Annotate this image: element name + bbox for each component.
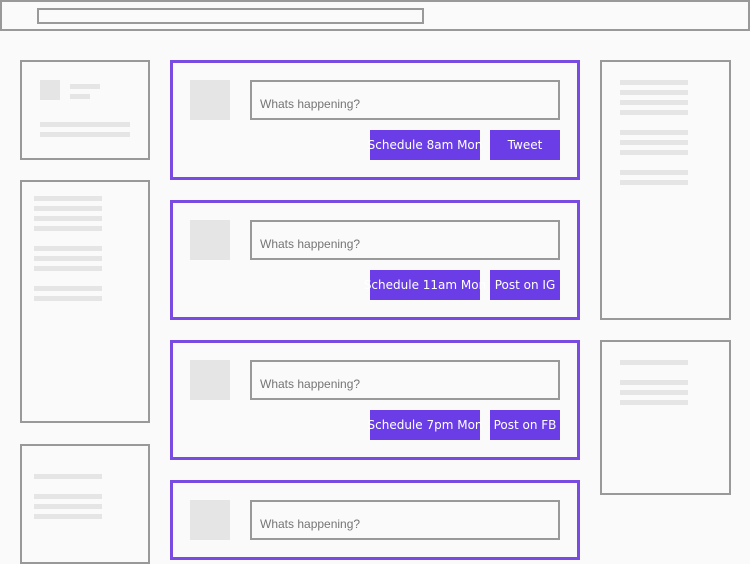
list-line (34, 206, 102, 211)
list-line (34, 514, 102, 519)
list-line (620, 170, 688, 175)
left-trends-card (20, 180, 150, 423)
list-line (34, 474, 102, 479)
post-input[interactable] (250, 220, 560, 260)
post-input[interactable] (250, 500, 560, 540)
top-bar (0, 0, 750, 31)
left-bottom-card (20, 444, 150, 564)
profile-stat-line (40, 132, 130, 137)
list-line (34, 266, 102, 271)
list-line (620, 180, 688, 185)
profile-card (20, 60, 150, 160)
list-line (34, 246, 102, 251)
list-line (34, 504, 102, 509)
list-line (620, 150, 688, 155)
right-bottom-card (600, 340, 731, 495)
schedule-button[interactable]: Schedule 11am Mon (364, 270, 486, 300)
avatar (190, 500, 230, 540)
right-top-card (600, 60, 731, 320)
post-on-fb-button[interactable]: Post on FB (490, 410, 560, 440)
avatar (190, 360, 230, 400)
list-line (620, 380, 688, 385)
avatar (190, 80, 230, 120)
list-line (620, 90, 688, 95)
profile-name-line (70, 84, 100, 89)
list-line (620, 80, 688, 85)
avatar (190, 220, 230, 260)
list-line (620, 360, 688, 365)
list-line (34, 256, 102, 261)
list-line (34, 196, 102, 201)
profile-avatar (40, 80, 60, 100)
list-line (620, 110, 688, 115)
schedule-button[interactable]: Schedule 8am Mon (368, 130, 482, 160)
list-line (34, 286, 102, 291)
list-line (34, 216, 102, 221)
list-line (620, 400, 688, 405)
list-line (34, 494, 102, 499)
list-line (34, 226, 102, 231)
composer-card: Schedule 11am Mon Post on IG (170, 200, 580, 320)
composer-card (170, 480, 580, 560)
profile-stat-line (40, 122, 130, 127)
composer-card: Schedule 7pm Mon Post on FB (170, 340, 580, 460)
list-line (620, 130, 688, 135)
list-line (620, 390, 688, 395)
tweet-button[interactable]: Tweet (490, 130, 560, 160)
schedule-button[interactable]: Schedule 7pm Mon (368, 410, 483, 440)
post-input[interactable] (250, 80, 560, 120)
composer-card: Schedule 8am Mon Tweet (170, 60, 580, 180)
profile-handle-line (70, 94, 90, 99)
list-line (620, 140, 688, 145)
list-line (34, 296, 102, 301)
post-input[interactable] (250, 360, 560, 400)
post-on-ig-button[interactable]: Post on IG (490, 270, 560, 300)
list-line (620, 100, 688, 105)
address-bar[interactable] (37, 8, 424, 24)
